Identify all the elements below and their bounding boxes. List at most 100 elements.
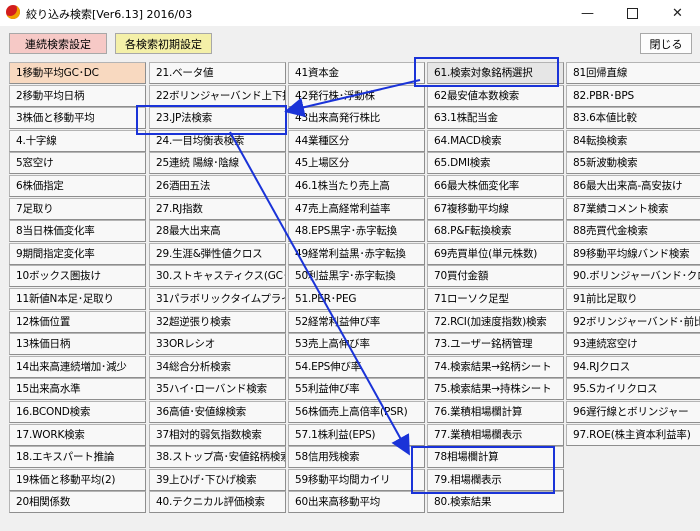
search-button-7[interactable]: 7足取り	[9, 198, 146, 220]
search-button-22[interactable]: 22ボリンジャーバンド上下抜	[149, 85, 286, 107]
search-button-29[interactable]: 29.生涯&弾性値クロス	[149, 243, 286, 265]
search-button-62[interactable]: 62最安値本数検索	[427, 85, 564, 107]
search-button-19[interactable]: 19株価と移動平均(2)	[9, 469, 146, 491]
search-button-63[interactable]: 63.1株配当金	[427, 107, 564, 129]
search-button-51[interactable]: 51.PER･PEG	[288, 288, 425, 310]
search-button-84[interactable]: 84転換検索	[566, 130, 700, 152]
search-button-82[interactable]: 82.PBR･BPS	[566, 85, 700, 107]
search-button-67[interactable]: 67複移動平均線	[427, 198, 564, 220]
search-button-14[interactable]: 14出来高連続増加･減少	[9, 356, 146, 378]
continuous-search-settings-button[interactable]: 連続検索設定	[9, 33, 107, 54]
search-button-27[interactable]: 27.RJ指数	[149, 198, 286, 220]
search-button-69[interactable]: 69売買単位(単元株数)	[427, 243, 564, 265]
search-button-58[interactable]: 58信用残検索	[288, 446, 425, 468]
search-button-41[interactable]: 41資本金	[288, 62, 425, 84]
search-button-87[interactable]: 87業績コメント検索	[566, 198, 700, 220]
search-button-90[interactable]: 90.ボリンジャーバンド･クロス	[566, 265, 700, 287]
search-button-81[interactable]: 81回帰直線	[566, 62, 700, 84]
search-button-10[interactable]: 10ボックス圏抜け	[9, 265, 146, 287]
search-button-86[interactable]: 86最大出来高-高安抜け	[566, 175, 700, 197]
search-button-53[interactable]: 53売上高伸び率	[288, 333, 425, 355]
search-button-26[interactable]: 26酒田五法	[149, 175, 286, 197]
close-button[interactable]: 閉じる	[640, 33, 692, 54]
search-button-18[interactable]: 18.エキスパート推論	[9, 446, 146, 468]
search-button-64[interactable]: 64.MACD検索	[427, 130, 564, 152]
search-button-35[interactable]: 35ハイ･ローバンド検索	[149, 378, 286, 400]
search-button-2[interactable]: 2移動平均日柄	[9, 85, 146, 107]
search-button-78[interactable]: 78相場欄計算	[427, 446, 564, 468]
close-window-button[interactable]: ✕	[655, 0, 700, 26]
search-button-36[interactable]: 36高値･安値線検索	[149, 401, 286, 423]
search-button-61[interactable]: 61.検索対象銘柄選択	[427, 62, 564, 84]
search-button-44[interactable]: 44業種区分	[288, 130, 425, 152]
search-button-4[interactable]: 4.十字線	[9, 130, 146, 152]
search-button-13[interactable]: 13株価日柄	[9, 333, 146, 355]
search-button-79[interactable]: 79.相場欄表示	[427, 469, 564, 491]
minimize-button[interactable]: —	[565, 0, 610, 26]
search-button-45[interactable]: 45上場区分	[288, 152, 425, 174]
maximize-button[interactable]	[610, 0, 655, 26]
search-button-56[interactable]: 56株価売上高倍率(PSR)	[288, 401, 425, 423]
search-button-54[interactable]: 54.EPS伸び率	[288, 356, 425, 378]
search-button-37[interactable]: 37相対的弱気指数検索	[149, 424, 286, 446]
search-button-76[interactable]: 76.業積相場欄計算	[427, 401, 564, 423]
search-button-71[interactable]: 71ローソク足型	[427, 288, 564, 310]
search-button-8[interactable]: 8当日株価変化率	[9, 220, 146, 242]
search-button-47[interactable]: 47売上高経常利益率	[288, 198, 425, 220]
search-button-91[interactable]: 91前比足取り	[566, 288, 700, 310]
search-button-34[interactable]: 34総合分析検索	[149, 356, 286, 378]
search-button-5[interactable]: 5窓空け	[9, 152, 146, 174]
search-button-6[interactable]: 6株価指定	[9, 175, 146, 197]
search-button-21[interactable]: 21.ベータ値	[149, 62, 286, 84]
search-button-23[interactable]: 23.JP法検索	[149, 107, 286, 129]
search-button-12[interactable]: 12株価位置	[9, 311, 146, 333]
search-button-50[interactable]: 50利益黒字･赤字転換	[288, 265, 425, 287]
search-button-39[interactable]: 39上ひげ･下ひげ検索	[149, 469, 286, 491]
search-button-57[interactable]: 57.1株利益(EPS)	[288, 424, 425, 446]
search-button-94[interactable]: 94.RJクロス	[566, 356, 700, 378]
search-button-15[interactable]: 15出来高水準	[9, 378, 146, 400]
search-button-20[interactable]: 20相関係数	[9, 491, 146, 513]
search-button-24[interactable]: 24.一目均衡表検索	[149, 130, 286, 152]
search-button-28[interactable]: 28最大出来高	[149, 220, 286, 242]
search-button-31[interactable]: 31パラボリックタイムプライスシステム	[149, 288, 286, 310]
search-button-80[interactable]: 80.検索結果	[427, 491, 564, 513]
search-button-30[interactable]: 30.ストキャスティクス(GC･DC)	[149, 265, 286, 287]
search-button-1[interactable]: 1移動平均GC･DC	[9, 62, 146, 84]
search-button-40[interactable]: 40.テクニカル評価検索	[149, 491, 286, 513]
search-button-33[interactable]: 33ORレシオ	[149, 333, 286, 355]
search-button-48[interactable]: 48.EPS黒字･赤字転換	[288, 220, 425, 242]
search-button-83[interactable]: 83.6本値比較	[566, 107, 700, 129]
search-button-68[interactable]: 68.P&F転換検索	[427, 220, 564, 242]
search-button-43[interactable]: 43出来高発行株比	[288, 107, 425, 129]
search-button-85[interactable]: 85新波動検索	[566, 152, 700, 174]
search-button-25[interactable]: 25連続 陽線･陰線	[149, 152, 286, 174]
search-button-42[interactable]: 42発行株･浮動株	[288, 85, 425, 107]
search-button-74[interactable]: 74.検索結果→銘柄シート	[427, 356, 564, 378]
search-button-92[interactable]: 92ボリンジャーバンド･前比	[566, 311, 700, 333]
search-button-96[interactable]: 96遅行線とボリンジャー	[566, 401, 700, 423]
search-button-3[interactable]: 3株価と移動平均	[9, 107, 146, 129]
search-button-73[interactable]: 73.ユーザー銘柄管理	[427, 333, 564, 355]
search-button-16[interactable]: 16.BCOND検索	[9, 401, 146, 423]
search-button-66[interactable]: 66最大株価変化率	[427, 175, 564, 197]
reset-search-defaults-button[interactable]: 各検索初期設定	[115, 33, 212, 54]
search-button-89[interactable]: 89移動平均線バンド検索	[566, 243, 700, 265]
search-button-32[interactable]: 32超逆張り検索	[149, 311, 286, 333]
search-button-75[interactable]: 75.検索結果→持株シート	[427, 378, 564, 400]
search-button-60[interactable]: 60出来高移動平均	[288, 491, 425, 513]
search-button-59[interactable]: 59移動平均間カイリ	[288, 469, 425, 491]
search-button-11[interactable]: 11新値N本足･足取り	[9, 288, 146, 310]
search-button-46[interactable]: 46.1株当たり売上高	[288, 175, 425, 197]
search-button-17[interactable]: 17.WORK検索	[9, 424, 146, 446]
search-button-72[interactable]: 72.RCI(加速度指数)検索	[427, 311, 564, 333]
search-button-77[interactable]: 77.業積相場欄表示	[427, 424, 564, 446]
search-button-52[interactable]: 52経常利益伸び率	[288, 311, 425, 333]
search-button-95[interactable]: 95.Sカイリクロス	[566, 378, 700, 400]
search-button-65[interactable]: 65.DMI検索	[427, 152, 564, 174]
search-button-97[interactable]: 97.ROE(株主資本利益率)	[566, 424, 700, 446]
search-button-9[interactable]: 9期間指定変化率	[9, 243, 146, 265]
search-button-55[interactable]: 55利益伸び率	[288, 378, 425, 400]
search-button-38[interactable]: 38.ストップ高･安値銘柄検索	[149, 446, 286, 468]
search-button-88[interactable]: 88売買代金検索	[566, 220, 700, 242]
